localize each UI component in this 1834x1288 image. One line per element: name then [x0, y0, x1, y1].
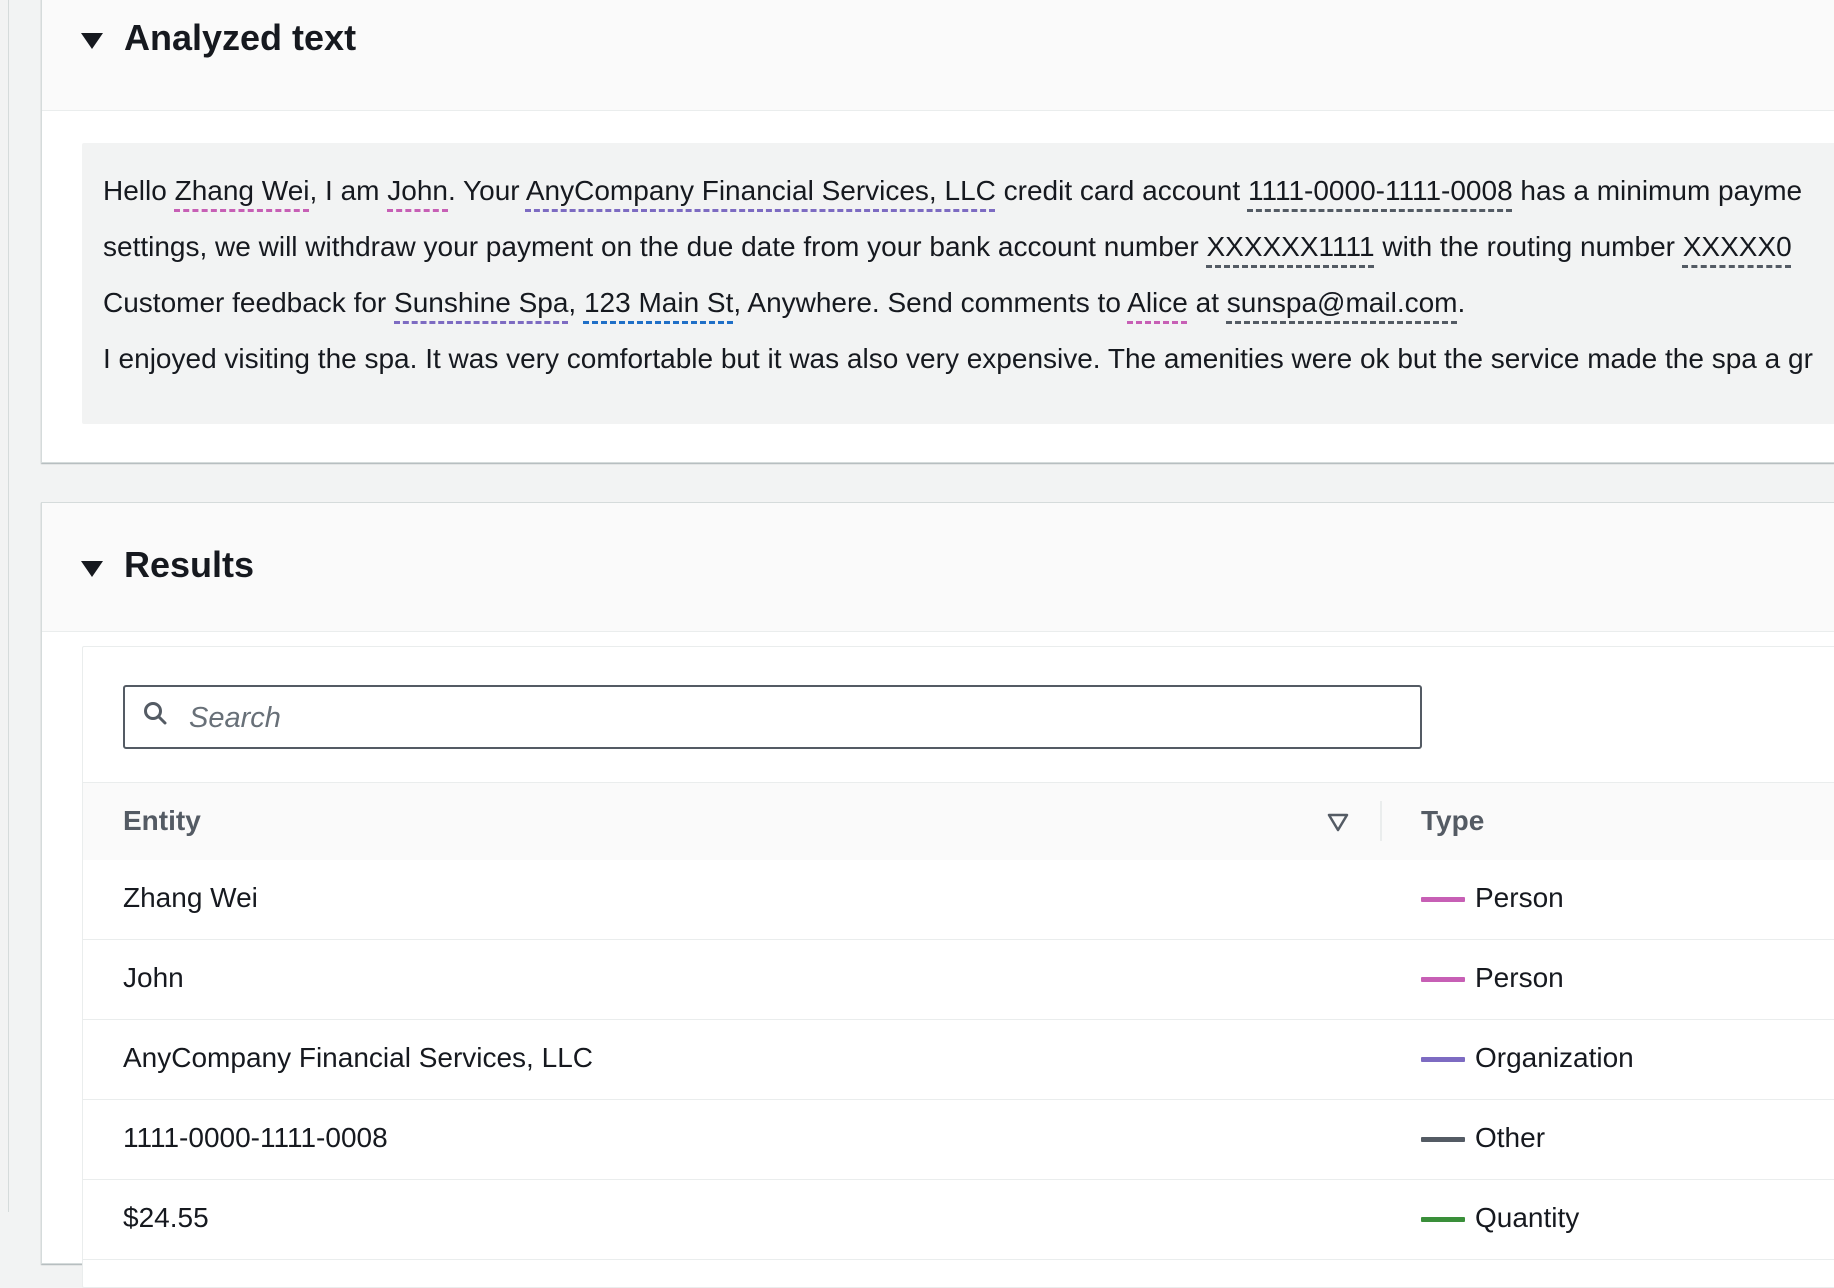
text-segment: , I am — [309, 175, 388, 206]
search-icon — [144, 702, 167, 725]
text-segment: credit card account — [995, 175, 1248, 206]
results-table: Entity Type Zhang Wei Person John Person Any… — [82, 646, 1834, 1288]
search-input[interactable] — [187, 687, 1391, 749]
entity-highlight[interactable]: XXXXX0 — [1683, 231, 1792, 262]
entity-highlight[interactable]: XXXXXX1111 — [1206, 231, 1374, 262]
caret-down-icon[interactable] — [81, 33, 103, 49]
analyzed-text-header[interactable]: Analyzed text — [42, 0, 1834, 111]
analyzed-text-panel: Analyzed text Hello Zhang Wei, I am John… — [41, 0, 1834, 463]
results-panel: Results Entity Type Zhang Wei Person John P… — [41, 502, 1834, 1288]
text-segment: Customer feedback for — [103, 287, 395, 318]
table-row[interactable]: $24.55 Quantity — [83, 1180, 1834, 1260]
type-cell: Other — [1475, 1122, 1546, 1153]
analyzed-text-line: Hello Zhang Wei, I am John. Your AnyComp… — [103, 163, 1834, 219]
text-segment: , Anywhere. Send comments to — [733, 287, 1128, 318]
table-row[interactable]: Zhang Wei Person — [83, 860, 1834, 940]
entity-highlight[interactable]: sunspa@mail.com — [1227, 287, 1458, 318]
left-rail — [0, 0, 9, 1212]
text-segment: , — [568, 287, 584, 318]
text-segment: at — [1187, 287, 1227, 318]
entity-cell: John — [123, 962, 184, 993]
analyzed-text-line: I enjoyed visiting the spa. It was very … — [103, 331, 1834, 387]
type-color-swatch — [1421, 897, 1465, 902]
sort-descending-icon[interactable] — [1327, 813, 1349, 833]
text-segment: . Your — [448, 175, 526, 206]
type-cell: Quantity — [1475, 1202, 1580, 1233]
type-color-swatch — [1421, 1217, 1465, 1222]
entity-highlight[interactable]: Zhang Wei — [175, 175, 310, 206]
type-color-swatch — [1421, 977, 1465, 982]
column-header-type[interactable]: Type — [1421, 805, 1484, 837]
analyzed-text-line: settings, we will withdraw your payment … — [103, 219, 1834, 275]
entity-highlight[interactable]: 1111-0000-1111-0008 — [1248, 175, 1513, 206]
text-segment: has a minimum payme — [1512, 175, 1803, 206]
results-header[interactable]: Results — [42, 503, 1834, 632]
table-row[interactable]: 1111-0000-1111-0008 Other — [83, 1100, 1834, 1180]
entity-highlight[interactable]: Sunshine Spa — [394, 287, 568, 318]
text-segment: settings, we will withdraw your payment … — [103, 231, 1207, 262]
table-row[interactable]: John Person — [83, 940, 1834, 1020]
analyzed-text-title: Analyzed text — [124, 17, 357, 58]
text-segment: I enjoyed visiting the spa. It was very … — [103, 343, 1813, 374]
column-header-entity[interactable]: Entity — [123, 805, 201, 837]
type-cell: Person — [1475, 962, 1564, 993]
text-segment: Hello — [103, 175, 175, 206]
entity-cell: AnyCompany Financial Services, LLC — [123, 1042, 593, 1073]
table-row[interactable]: AnyCompany Financial Services, LLC Organi… — [83, 1020, 1834, 1100]
text-segment: with the routing number — [1374, 231, 1683, 262]
type-color-swatch — [1421, 1057, 1465, 1062]
type-color-swatch — [1421, 1137, 1465, 1142]
entity-highlight[interactable]: 123 Main St — [584, 287, 733, 318]
analyzed-text-box: Hello Zhang Wei, I am John. Your AnyComp… — [82, 143, 1834, 424]
text-segment: . — [1457, 287, 1466, 318]
entity-highlight[interactable]: John — [387, 175, 448, 206]
type-cell: Organization — [1475, 1042, 1634, 1073]
column-divider[interactable] — [1380, 801, 1382, 841]
entity-highlight[interactable]: Alice — [1127, 287, 1188, 318]
results-title: Results — [124, 544, 255, 585]
entity-cell: $24.55 — [123, 1202, 209, 1233]
search-box[interactable] — [123, 685, 1422, 749]
type-cell: Person — [1475, 882, 1564, 913]
analyzed-text-line: Customer feedback for Sunshine Spa, 123 … — [103, 275, 1834, 331]
table-header: Entity Type — [83, 782, 1834, 861]
entity-cell: 1111-0000-1111-0008 — [123, 1122, 388, 1153]
entity-cell: Zhang Wei — [123, 882, 258, 913]
caret-down-icon[interactable] — [81, 561, 103, 577]
analyzed-text-content: Hello Zhang Wei, I am John. Your AnyComp… — [82, 143, 1834, 387]
entity-highlight[interactable]: AnyCompany Financial Services, LLC — [526, 175, 996, 206]
